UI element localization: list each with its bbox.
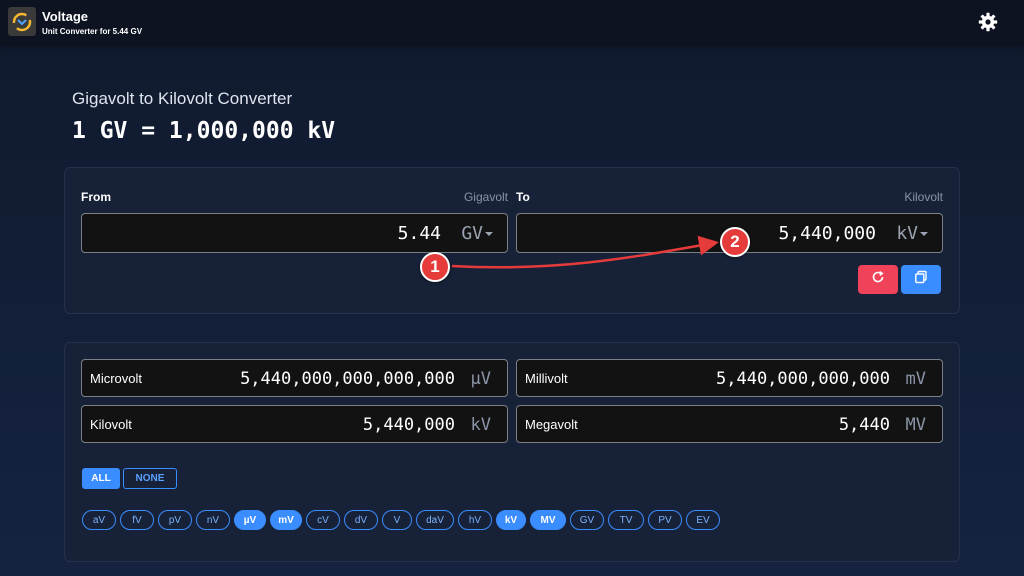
page-title: Gigavolt to Kilovolt Converter [72,89,293,108]
result-value: 5,440,000 [362,415,455,435]
to-unit-select[interactable]: kV [896,223,918,244]
result-row-megavolt[interactable]: Megavolt 5,440 MV [516,405,943,443]
from-unit-select[interactable]: GV [461,223,483,244]
unit-chip[interactable]: kV [496,510,526,530]
chevron-down-icon[interactable] [920,232,928,236]
gear-icon[interactable] [976,10,1000,34]
app-subtitle: Unit Converter for 5.44 GV [42,27,143,36]
result-value: 5,440,000,000,000 [716,369,890,389]
result-unit: µV [470,369,491,389]
unit-chip[interactable]: MV [530,510,566,530]
to-unit-name: Kilovolt [904,190,943,204]
result-value: 5,440,000,000,000,000 [240,369,455,389]
result-unit-name: Millivolt [525,371,568,386]
step-badge-2: 2 [720,227,750,257]
step-badge-1: 1 [420,252,450,282]
from-unit-name: Gigavolt [463,190,508,204]
result-row-microvolt[interactable]: Microvolt 5,440,000,000,000,000 µV [81,359,508,397]
unit-chip[interactable]: fV [120,510,154,530]
result-row-kilovolt[interactable]: Kilovolt 5,440,000 kV [81,405,508,443]
unit-chip[interactable]: hV [458,510,492,530]
unit-chip[interactable]: GV [570,510,604,530]
result-unit-name: Megavolt [525,417,578,432]
result-unit-name: Microvolt [90,371,143,386]
unit-chip[interactable]: mV [270,510,302,530]
unit-chip[interactable]: cV [306,510,340,530]
unit-chip[interactable]: nV [196,510,230,530]
from-label: From [81,190,111,204]
result-unit: mV [905,369,926,389]
unit-chip[interactable]: PV [648,510,682,530]
unit-chip[interactable]: EV [686,510,720,530]
chevron-down-icon[interactable] [485,232,493,236]
to-label: To [516,190,530,204]
from-value: 5.44 [397,223,441,244]
result-value: 5,440 [838,415,890,435]
unit-chip[interactable]: V [382,510,412,530]
convert-icon [8,7,36,36]
refresh-icon [871,270,885,289]
to-value: 5,440,000 [778,223,876,244]
conversion-formula: 1 GV = 1,000,000 kV [72,118,336,144]
select-all-button[interactable]: ALL [82,468,120,489]
result-unit: MV [905,415,926,435]
from-value-input[interactable]: 5.44 GV [81,213,508,253]
app-name: Voltage [42,9,88,24]
reset-button[interactable] [858,265,898,294]
unit-chip[interactable]: TV [608,510,644,530]
copy-button[interactable] [901,265,941,294]
result-row-millivolt[interactable]: Millivolt 5,440,000,000,000 mV [516,359,943,397]
copy-icon [914,270,928,289]
unit-chip[interactable]: µV [234,510,266,530]
unit-chip[interactable]: pV [158,510,192,530]
result-unit: kV [470,415,491,435]
select-none-button[interactable]: NONE [123,468,177,489]
unit-chip[interactable]: aV [82,510,116,530]
app-header: Voltage Unit Converter for 5.44 GV [0,0,1024,44]
unit-chip[interactable]: dV [344,510,378,530]
unit-chip[interactable]: daV [416,510,454,530]
result-unit-name: Kilovolt [90,417,132,432]
